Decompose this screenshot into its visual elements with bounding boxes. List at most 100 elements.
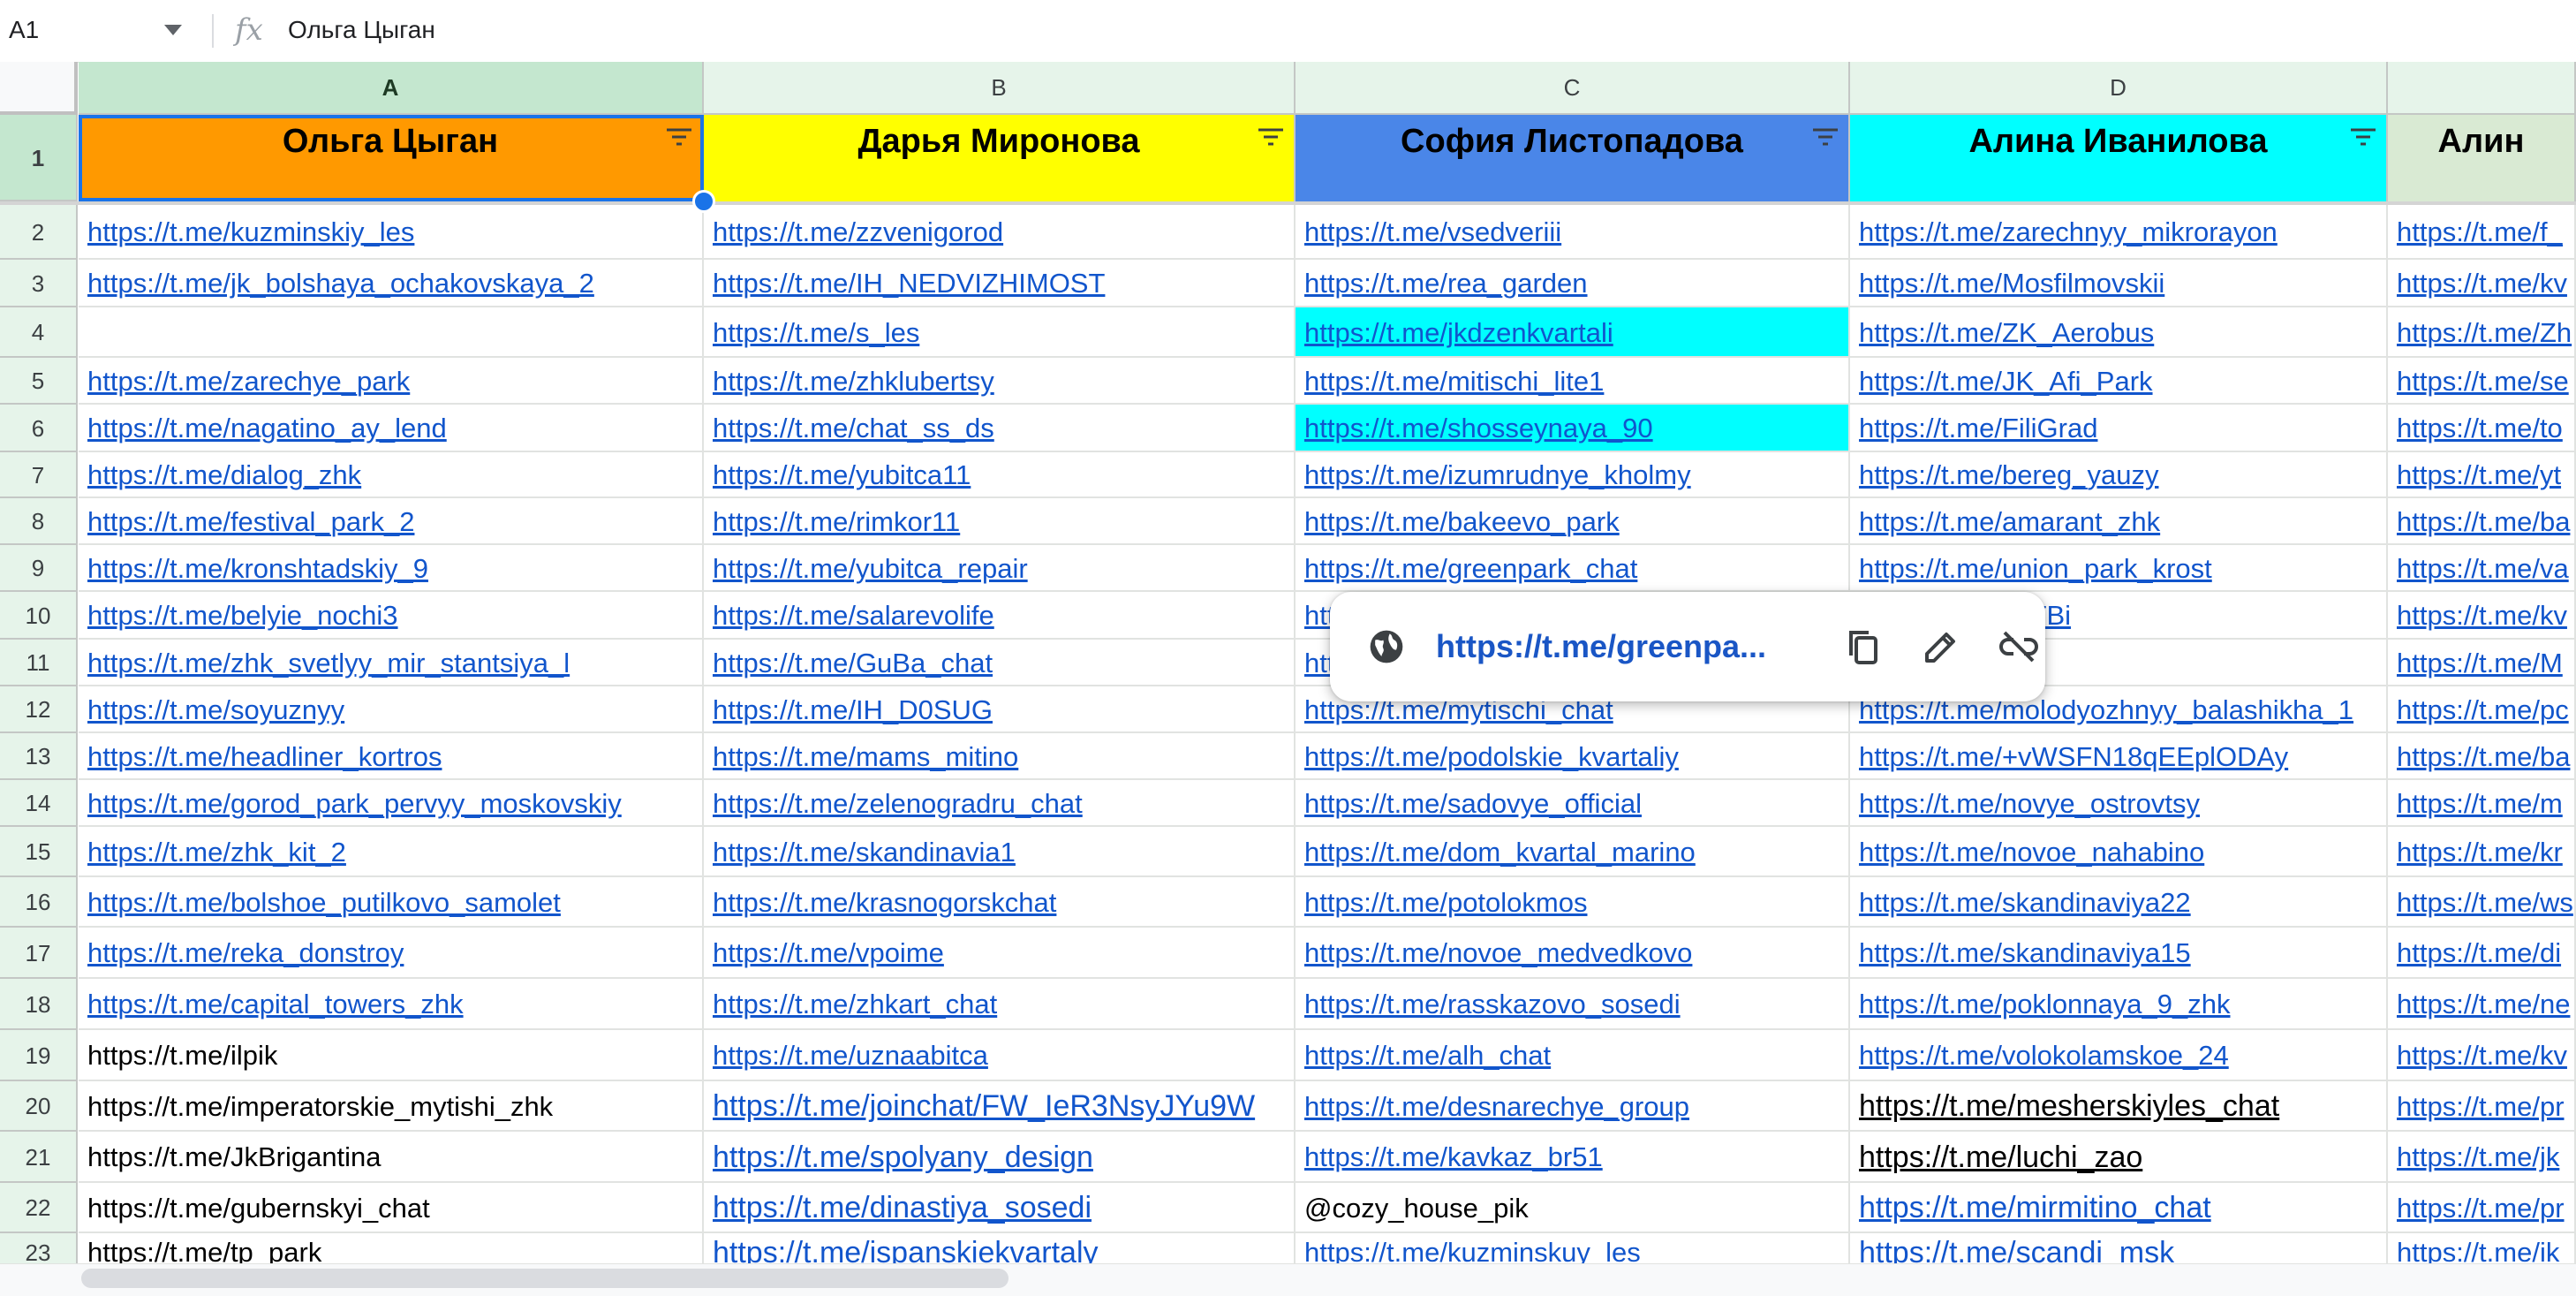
link-cell[interactable]: https://t.me/izumrudnye_kholmy <box>1296 452 1850 498</box>
text-cell[interactable]: https://t.me/gubernskyi_chat <box>79 1183 704 1233</box>
link-cell[interactable]: https://t.me/to <box>2388 405 2576 452</box>
link-cell[interactable]: https://t.me/zarechnyy_mikrorayon <box>1850 205 2388 260</box>
header-cell[interactable]: Алин <box>2388 115 2576 201</box>
row-header[interactable]: 8 <box>0 498 78 545</box>
link-cell[interactable]: https://t.me/IH_D0SUG <box>704 686 1296 733</box>
row-header[interactable]: 12 <box>0 686 78 733</box>
link-cell[interactable]: https://t.me/di <box>2388 928 2576 979</box>
link-cell[interactable]: https://t.me/ws <box>2388 877 2576 928</box>
column-header-e[interactable] <box>2388 62 2576 115</box>
link-cell[interactable]: https://t.me/kavkaz_br51 <box>1296 1132 1850 1183</box>
link-cell[interactable]: https://t.me/ne <box>2388 979 2576 1030</box>
link-cell[interactable]: https://t.me/novoe_nahabino <box>1850 827 2388 877</box>
filter-icon[interactable] <box>2349 127 2377 148</box>
link-cell[interactable]: https://t.me/pr <box>2388 1183 2576 1233</box>
row-header[interactable]: 16 <box>0 877 78 928</box>
link-cell[interactable]: https://t.me/kv <box>2388 592 2576 640</box>
link-cell[interactable]: https://t.me/mitischi_lite1 <box>1296 358 1850 405</box>
column-header-b[interactable]: B <box>704 62 1296 115</box>
row-header-1[interactable]: 1 <box>0 115 78 201</box>
row-header[interactable]: 10 <box>0 592 78 640</box>
link-cell[interactable]: https://t.me/zhk_svetlyy_mir_stantsiya_l <box>79 640 704 686</box>
row-header[interactable]: 2 <box>0 205 78 260</box>
row-header[interactable]: 15 <box>0 827 78 877</box>
link-cell[interactable]: https://t.me/amarant_zhk <box>1850 498 2388 545</box>
link-cell[interactable]: https://t.me/+vWSFN18qEEplODAy <box>1850 733 2388 780</box>
link-cell[interactable]: https://t.me/union_park_krost <box>1850 545 2388 592</box>
link-cell[interactable]: https://t.me/zhklubertsy <box>704 358 1296 405</box>
link-cell[interactable]: https://t.me/yubitca11 <box>704 452 1296 498</box>
link-cell[interactable]: https://t.me/reka_donstroy <box>79 928 704 979</box>
link-cell[interactable]: https://t.me/sadovye_official <box>1296 780 1850 827</box>
row-header[interactable]: 3 <box>0 260 78 307</box>
name-box[interactable]: A1 <box>9 12 185 48</box>
name-box-dropdown-icon[interactable] <box>164 25 182 35</box>
link-cell[interactable]: https://t.me/mesherskiyles_chat <box>1850 1081 2388 1132</box>
link-cell[interactable]: https://t.me/m <box>2388 780 2576 827</box>
link-cell[interactable]: https://t.me/desnarechye_group <box>1296 1081 1850 1132</box>
link-cell[interactable]: https://t.me/novye_ostrovtsy <box>1850 780 2388 827</box>
row-header[interactable]: 6 <box>0 405 78 452</box>
row-header[interactable]: 21 <box>0 1132 78 1183</box>
link-cell[interactable]: https://t.me/belyie_nochi3 <box>79 592 704 640</box>
link-cell[interactable]: https://t.me/nagatino_ay_lend <box>79 405 704 452</box>
link-cell[interactable]: https://t.me/FiliGrad <box>1850 405 2388 452</box>
link-cell[interactable]: https://t.me/Mosfilmovskii <box>1850 260 2388 307</box>
header-cell[interactable]: София Листопадова <box>1296 115 1850 201</box>
link-cell[interactable]: https://t.me/podolskie_kvartaliy <box>1296 733 1850 780</box>
link-cell[interactable]: https://t.me/dom_kvartal_marino <box>1296 827 1850 877</box>
text-cell[interactable]: https://t.me/ilpik <box>79 1030 704 1081</box>
link-cell[interactable]: https://t.me/festival_park_2 <box>79 498 704 545</box>
link-cell[interactable]: https://t.me/yubitca_repair <box>704 545 1296 592</box>
row-header[interactable]: 18 <box>0 979 78 1030</box>
edit-link-icon[interactable] <box>1920 625 1962 668</box>
link-cell[interactable]: https://t.me/joinchat/FW_IeR3NsyJYu9W <box>704 1081 1296 1132</box>
link-cell[interactable]: https://t.me/zarechye_park <box>79 358 704 405</box>
select-all-corner[interactable] <box>0 62 78 115</box>
link-cell[interactable]: https://t.me/novoe_medvedkovo <box>1296 928 1850 979</box>
copy-link-icon[interactable] <box>1842 625 1885 668</box>
link-cell[interactable]: https://t.me/soyuznyy <box>79 686 704 733</box>
link-cell[interactable]: https://t.me/kuzminskiy_les <box>79 205 704 260</box>
link-cell[interactable]: https://t.me/chat_ss_ds <box>704 405 1296 452</box>
link-cell[interactable]: https://t.me/pr <box>2388 1081 2576 1132</box>
row-header[interactable]: 9 <box>0 545 78 592</box>
row-header[interactable]: 4 <box>0 307 78 358</box>
link-cell[interactable]: https://t.me/kr <box>2388 827 2576 877</box>
link-cell[interactable]: https://t.me/s_les <box>704 307 1296 358</box>
link-cell[interactable]: https://t.me/dialog_zhk <box>79 452 704 498</box>
link-cell[interactable]: https://t.me/gorod_park_pervyy_moskovski… <box>79 780 704 827</box>
link-cell[interactable]: https://t.me/JK_Afi_Park <box>1850 358 2388 405</box>
column-header-a[interactable]: A <box>79 62 704 115</box>
row-header[interactable]: 14 <box>0 780 78 827</box>
link-cell[interactable]: https://t.me/potolokmos <box>1296 877 1850 928</box>
remove-link-icon[interactable] <box>1998 625 2040 668</box>
link-cell[interactable]: https://t.me/uznaabitca <box>704 1030 1296 1081</box>
column-header-c[interactable]: C <box>1296 62 1850 115</box>
row-header[interactable]: 22 <box>0 1183 78 1233</box>
link-cell[interactable]: https://t.me/kv <box>2388 260 2576 307</box>
link-cell[interactable]: https://t.me/salarevolife <box>704 592 1296 640</box>
text-cell[interactable] <box>79 307 704 358</box>
scrollbar-thumb[interactable] <box>81 1269 1008 1288</box>
link-cell[interactable]: https://t.me/capital_towers_zhk <box>79 979 704 1030</box>
column-header-d[interactable]: D <box>1850 62 2388 115</box>
link-cell[interactable]: https://t.me/dinastiya_sosedi <box>704 1183 1296 1233</box>
link-cell[interactable]: https://t.me/jkdzenkvartali <box>1296 307 1850 358</box>
filter-icon[interactable] <box>665 127 693 148</box>
link-cell[interactable]: https://t.me/pc <box>2388 686 2576 733</box>
link-cell[interactable]: https://t.me/volokolamskoe_24 <box>1850 1030 2388 1081</box>
text-cell[interactable]: @cozy_house_pik <box>1296 1183 1850 1233</box>
link-cell[interactable]: https://t.me/zzvenigorod <box>704 205 1296 260</box>
header-cell[interactable]: Алина Иванилова <box>1850 115 2388 201</box>
link-cell[interactable]: https://t.me/rasskazovo_sosedi <box>1296 979 1850 1030</box>
formula-input[interactable]: Ольга Цыган <box>288 12 435 48</box>
link-cell[interactable]: https://t.me/yt <box>2388 452 2576 498</box>
link-cell[interactable]: https://t.me/ba <box>2388 498 2576 545</box>
link-cell[interactable]: https://t.me/kronshtadskiy_9 <box>79 545 704 592</box>
link-cell[interactable]: https://t.me/se <box>2388 358 2576 405</box>
link-cell[interactable]: https://t.me/bolshoe_putilkovo_samolet <box>79 877 704 928</box>
link-cell[interactable]: https://t.me/skandinavia1 <box>704 827 1296 877</box>
row-header[interactable]: 13 <box>0 733 78 780</box>
link-cell[interactable]: https://t.me/va <box>2388 545 2576 592</box>
